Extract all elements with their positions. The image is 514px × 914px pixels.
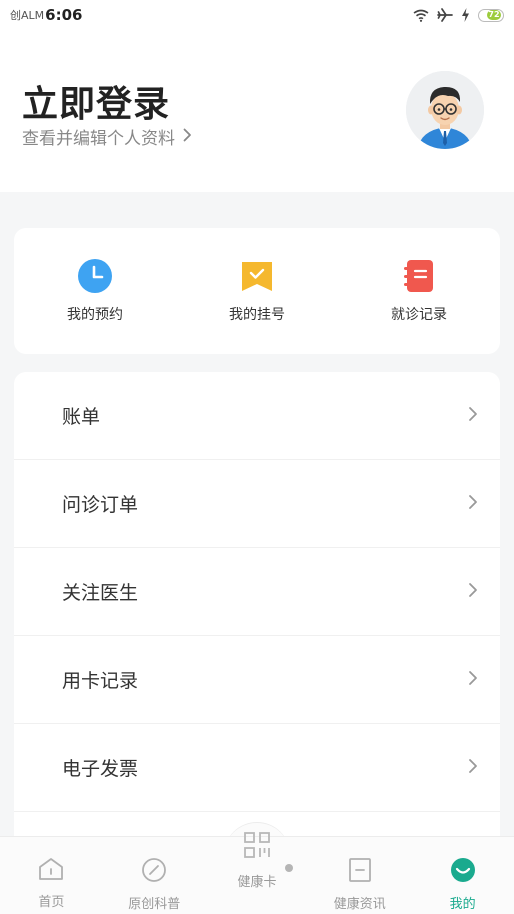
compass-icon bbox=[141, 857, 167, 887]
status-right: 72 bbox=[413, 8, 504, 22]
menu-item-label: 电子发票 bbox=[62, 758, 139, 780]
login-button[interactable]: 立即登录 bbox=[22, 75, 170, 127]
avatar[interactable] bbox=[406, 71, 484, 149]
airplane-icon bbox=[437, 8, 453, 22]
my-appointments-button[interactable]: 我的预约 bbox=[14, 228, 176, 354]
chevron-right-icon bbox=[468, 582, 478, 602]
tab-label: 健康资讯 bbox=[333, 897, 386, 912]
menu-item-consultation-orders[interactable]: 问诊订单 bbox=[14, 460, 500, 548]
menu-list: 账单 问诊订单 关注医生 用卡记录 电子发票 bbox=[14, 372, 500, 842]
menu-item-label: 关注医生 bbox=[62, 582, 139, 604]
menu-item-followed-doctors[interactable]: 关注医生 bbox=[14, 548, 500, 636]
menu-item-card-usage[interactable]: 用卡记录 bbox=[14, 636, 500, 724]
qr-code-icon bbox=[243, 831, 271, 863]
charging-icon bbox=[461, 8, 470, 22]
floating-assistive-dot[interactable] bbox=[285, 864, 293, 872]
tab-health-news[interactable]: 健康资讯 bbox=[308, 837, 411, 914]
tab-label: 首页 bbox=[38, 895, 65, 910]
battery-icon: 72 bbox=[478, 8, 504, 22]
chevron-right-icon bbox=[468, 670, 478, 690]
battery-level: 72 bbox=[487, 10, 501, 20]
tab-label: 原创科普 bbox=[128, 897, 181, 912]
screen: 创ALM 6:06 72 立即登录 查看并编辑个人资料 我的预约 我的挂号 就诊… bbox=[0, 0, 514, 914]
my-registrations-label: 我的挂号 bbox=[229, 307, 285, 323]
tab-home[interactable]: 首页 bbox=[0, 837, 103, 914]
chevron-right-icon bbox=[468, 758, 478, 778]
clock-icon bbox=[77, 258, 113, 294]
news-icon bbox=[348, 857, 372, 887]
status-time: 6:06 bbox=[45, 6, 83, 24]
visit-records-label: 就诊记录 bbox=[391, 307, 447, 323]
tab-health-card[interactable]: 健康卡 bbox=[206, 832, 309, 914]
edit-profile-label: 查看并编辑个人资料 bbox=[22, 129, 175, 149]
tab-label: 健康卡 bbox=[237, 875, 277, 890]
chevron-right-icon bbox=[468, 406, 478, 426]
bookmark-check-icon bbox=[239, 258, 275, 294]
tab-original-science[interactable]: 原创科普 bbox=[103, 837, 206, 914]
home-icon bbox=[38, 857, 64, 885]
menu-item-bills[interactable]: 账单 bbox=[14, 372, 500, 460]
header: 立即登录 查看并编辑个人资料 bbox=[0, 30, 514, 192]
menu-item-label: 账单 bbox=[62, 406, 101, 428]
chevron-right-icon bbox=[183, 127, 192, 147]
edit-profile-link[interactable]: 查看并编辑个人资料 bbox=[22, 124, 192, 149]
my-appointments-label: 我的预约 bbox=[67, 307, 123, 323]
notebook-icon bbox=[401, 258, 437, 294]
quick-actions-card: 我的预约 我的挂号 就诊记录 bbox=[14, 228, 500, 354]
bottom-tab-bar: 首页 原创科普 健康卡 健康资讯 我的 bbox=[0, 832, 514, 914]
menu-item-label: 问诊订单 bbox=[62, 494, 139, 516]
carrier-label: 创ALM bbox=[10, 9, 45, 22]
status-bar: 创ALM 6:06 72 bbox=[0, 0, 514, 30]
menu-item-label: 用卡记录 bbox=[62, 670, 139, 692]
chevron-right-icon bbox=[468, 494, 478, 514]
my-registrations-button[interactable]: 我的挂号 bbox=[176, 228, 338, 354]
visit-records-button[interactable]: 就诊记录 bbox=[338, 228, 500, 354]
tab-mine[interactable]: 我的 bbox=[411, 837, 514, 914]
menu-item-e-invoice[interactable]: 电子发票 bbox=[14, 724, 500, 812]
status-left: 创ALM 6:06 bbox=[10, 6, 82, 24]
wifi-icon bbox=[413, 9, 429, 22]
profile-icon bbox=[450, 857, 476, 887]
tab-label: 我的 bbox=[449, 897, 476, 912]
avatar-illustration bbox=[406, 71, 484, 149]
